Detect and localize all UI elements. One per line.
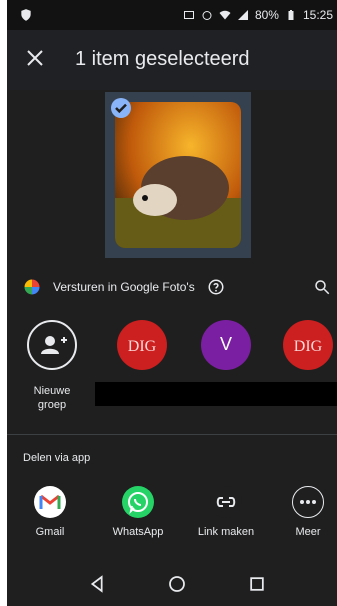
whatsapp-icon	[122, 486, 154, 518]
redacted-names-bar	[95, 382, 337, 406]
alarm-icon	[201, 9, 213, 21]
status-icons: 80% 15:25	[183, 8, 333, 22]
share-via-app-title: Delen via app	[23, 452, 91, 464]
signal-icon	[237, 9, 249, 21]
divider	[7, 434, 337, 435]
status-bar: 80% 15:25	[7, 0, 337, 30]
gmail-icon	[34, 486, 66, 518]
contact-dig-2-text: DIG	[293, 338, 323, 355]
new-group-button[interactable]	[27, 320, 77, 370]
app-whatsapp[interactable]: WhatsApp	[103, 486, 173, 546]
app-whatsapp-label: WhatsApp	[112, 526, 164, 538]
share-app-list: Gmail WhatsApp Link maken Meer	[7, 486, 337, 556]
photos-share-label[interactable]: Versturen in Google Foto's	[53, 280, 195, 294]
google-photos-share-row: Versturen in Google Foto's	[7, 268, 337, 308]
contact-v-text: V	[219, 334, 232, 354]
close-icon[interactable]	[23, 46, 47, 70]
cast-icon	[183, 9, 195, 21]
help-icon[interactable]	[207, 278, 225, 296]
photo-thumbnail[interactable]	[115, 102, 241, 248]
selected-photo-preview[interactable]	[105, 92, 251, 258]
app-gmail[interactable]: Gmail	[15, 486, 85, 546]
shield-icon	[19, 8, 33, 25]
more-icon	[292, 486, 324, 518]
battery-percent: 80%	[254, 8, 279, 22]
add-group-icon	[41, 336, 67, 354]
check-icon[interactable]	[111, 98, 131, 118]
contact-dig-1-text: DIG	[127, 338, 157, 355]
clock: 15:25	[302, 8, 333, 22]
recents-icon[interactable]	[243, 570, 271, 598]
app-link-maken-label: Link maken	[197, 526, 255, 538]
battery-icon	[285, 9, 297, 21]
contact-dig-1[interactable]: DIG	[117, 320, 167, 370]
app-bar: 1 item geselecteerd	[7, 30, 337, 90]
search-icon[interactable]	[313, 278, 331, 296]
back-icon[interactable]	[83, 570, 111, 598]
new-group-label: Nieuwe groep	[33, 385, 71, 411]
app-more-label: Meer	[295, 526, 321, 538]
page-title: 1 item geselecteerd	[75, 48, 250, 70]
home-icon[interactable]	[163, 570, 191, 598]
app-link-maken[interactable]: Link maken	[191, 486, 261, 546]
google-photos-pinwheel-icon	[23, 278, 41, 296]
contact-dig-2[interactable]: DIG	[283, 320, 333, 370]
link-icon	[210, 486, 242, 518]
wifi-icon	[219, 9, 231, 21]
contact-v[interactable]: V	[201, 320, 251, 370]
share-sheet-screen: 80% 15:25 1 item geselecteerd Versturen …	[7, 0, 337, 606]
app-gmail-label: Gmail	[35, 526, 65, 538]
app-more[interactable]: Meer	[273, 486, 337, 546]
system-nav-bar	[7, 562, 337, 606]
